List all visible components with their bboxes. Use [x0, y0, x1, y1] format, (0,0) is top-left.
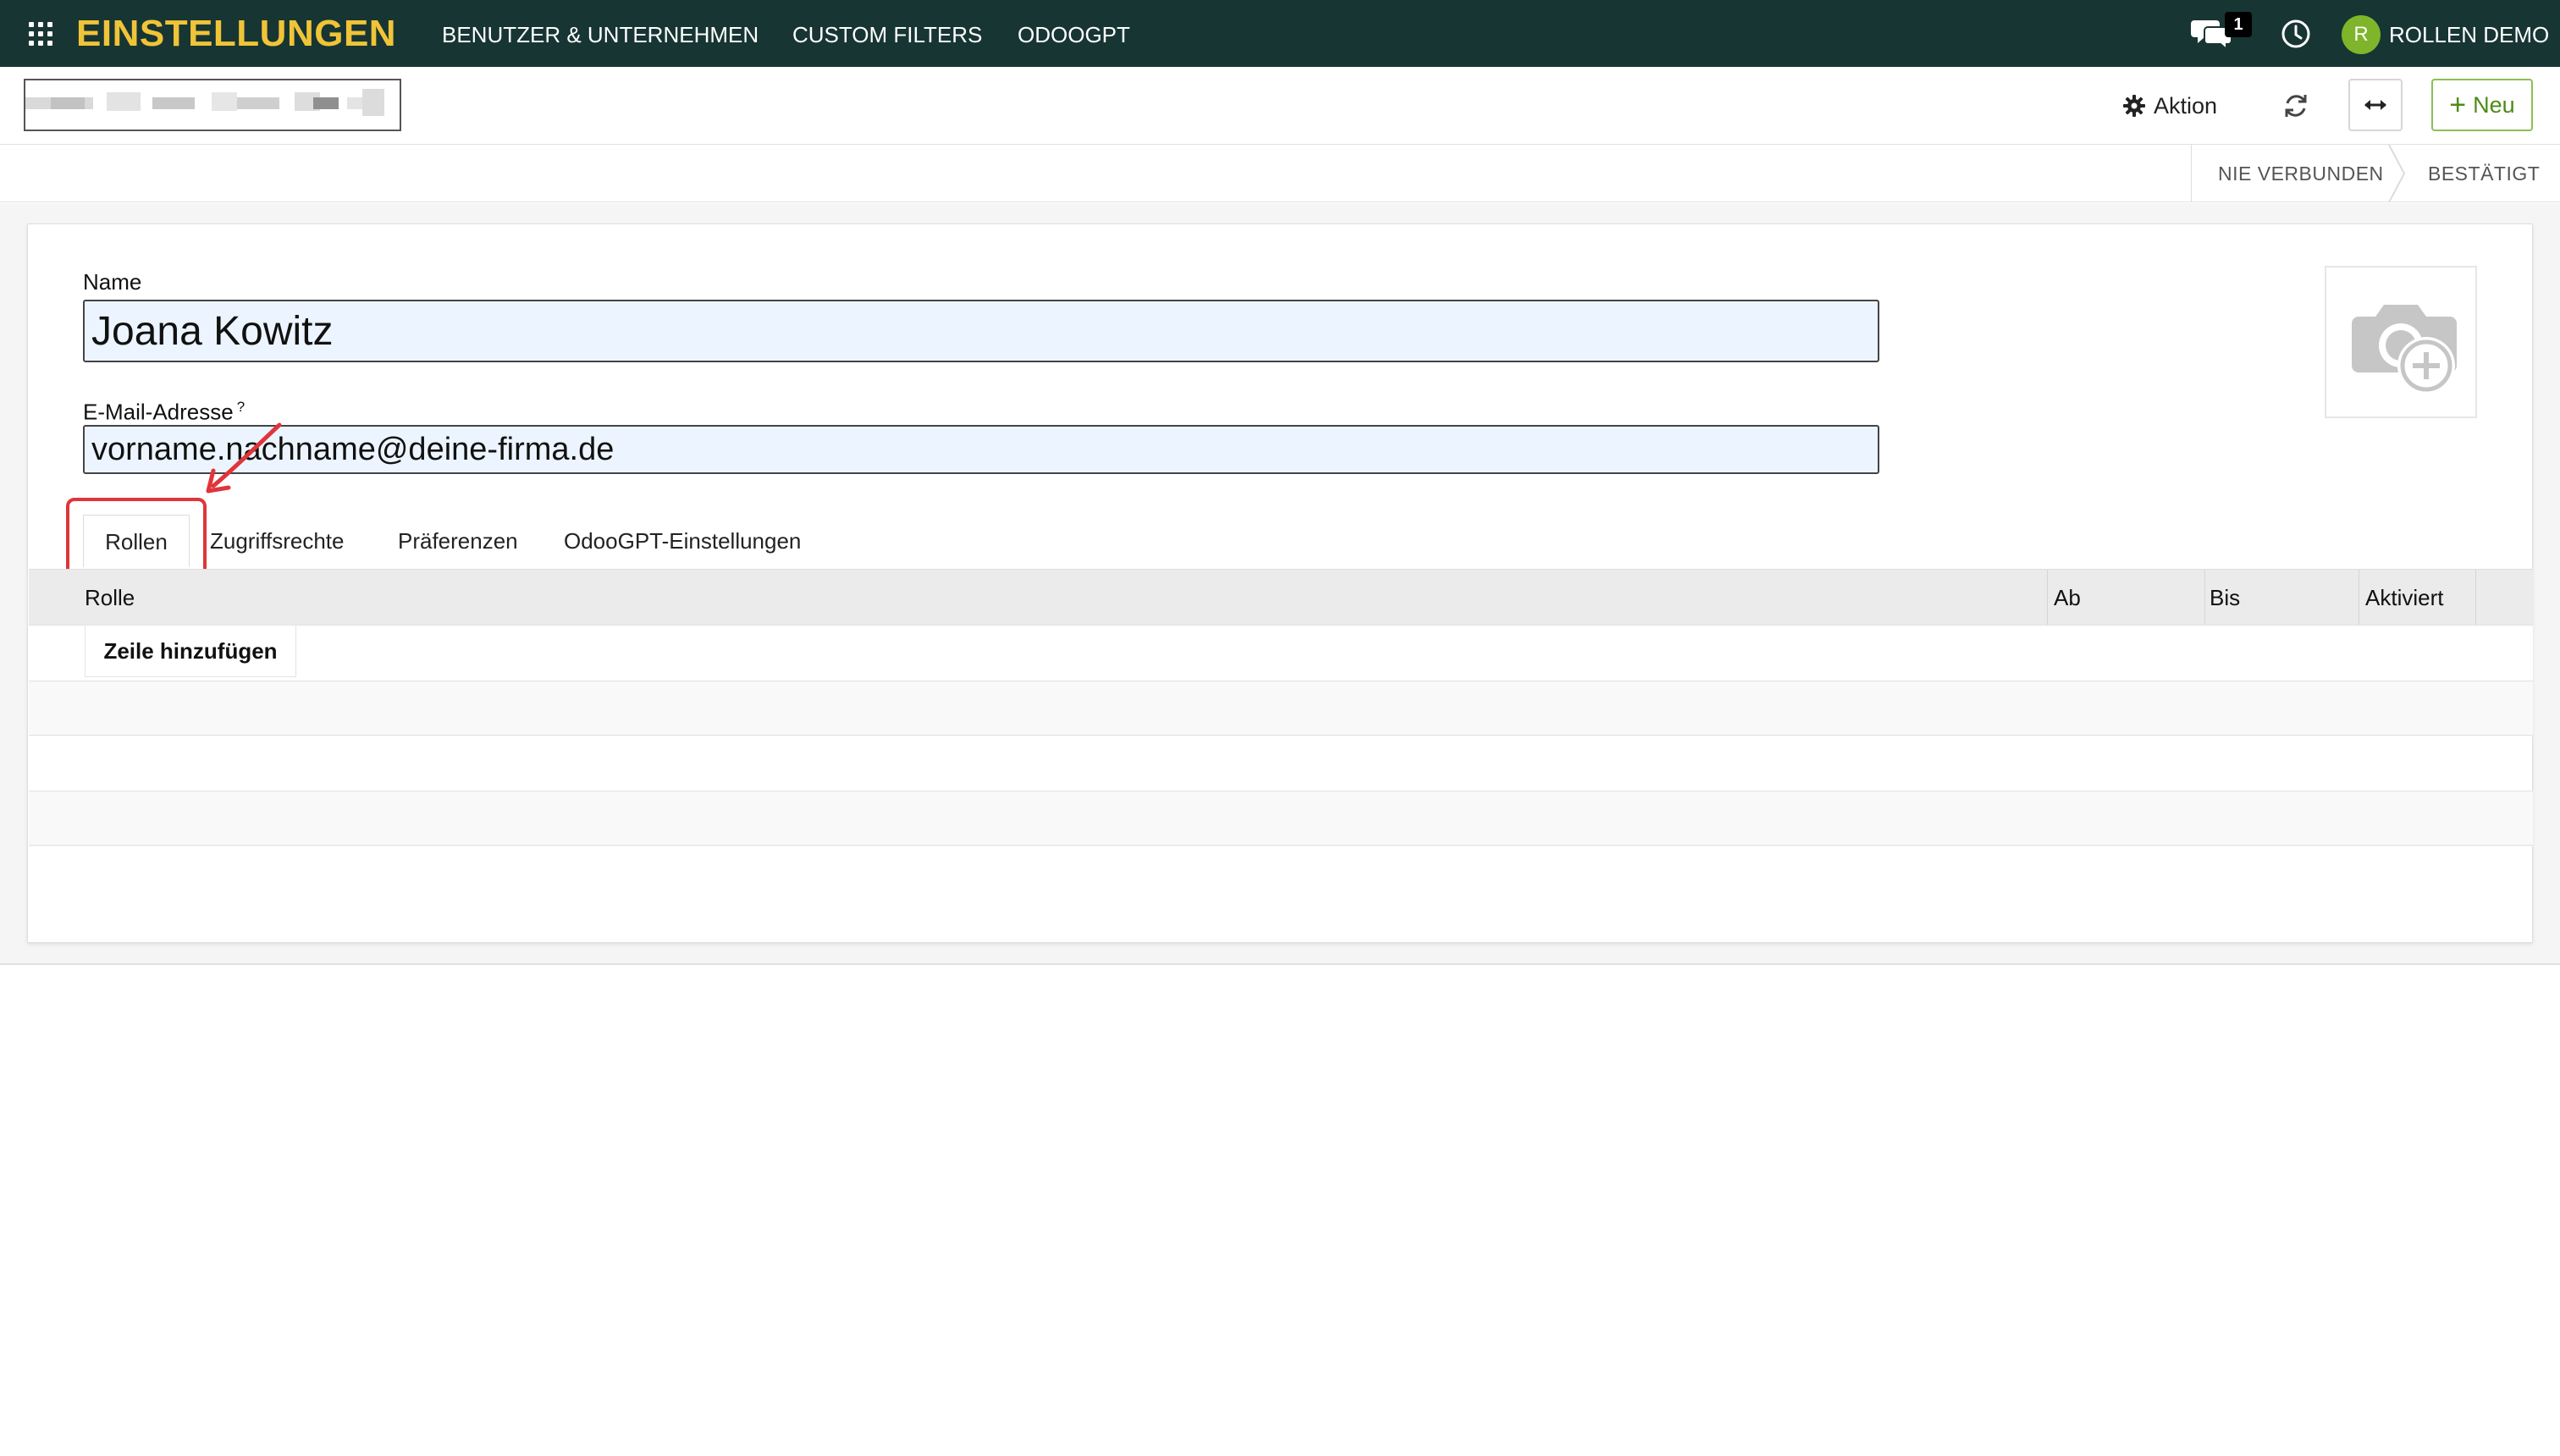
name-label: Name — [83, 269, 142, 295]
gear-icon — [2123, 95, 2145, 117]
app-title[interactable]: EINSTELLUNGEN — [76, 12, 396, 56]
column-divider — [2047, 570, 2048, 626]
table-row — [29, 735, 2533, 791]
column-divider — [2475, 570, 2476, 626]
new-label: Neu — [2473, 91, 2515, 118]
status-never-connected[interactable]: NIE VERBUNDEN — [2218, 145, 2384, 202]
column-bis[interactable]: Bis — [2210, 570, 2240, 626]
email-input[interactable] — [83, 425, 1879, 474]
expand-button[interactable] — [2348, 79, 2403, 131]
camera-add-icon — [2352, 305, 2457, 394]
table-row — [29, 791, 2533, 847]
clock-icon[interactable] — [2281, 19, 2311, 49]
action-menu-button[interactable]: Aktion — [2123, 89, 2217, 123]
table-header: Rolle Ab Bis Aktiviert — [29, 569, 2533, 626]
table-row — [29, 625, 2533, 681]
user-menu-name[interactable]: ROLLEN DEMO — [2389, 22, 2549, 47]
menu-custom-filters[interactable]: CUSTOM FILTERS — [792, 22, 982, 47]
name-input[interactable] — [83, 300, 1879, 362]
action-label: Aktion — [2154, 92, 2218, 119]
avatar-upload[interactable] — [2325, 266, 2477, 418]
menu-odoogpt[interactable]: ODOOGPT — [1018, 22, 1130, 47]
tab-praeferenzen[interactable]: Präferenzen — [398, 515, 518, 567]
tab-zugriffsrechte[interactable]: Zugriffsrechte — [210, 515, 344, 567]
column-divider — [2204, 570, 2205, 626]
new-record-button[interactable]: + Neu — [2431, 79, 2533, 131]
status-divider — [2191, 145, 2192, 202]
status-chevron — [2388, 145, 2406, 202]
column-aktiviert[interactable]: Aktiviert — [2365, 570, 2443, 626]
user-avatar[interactable]: R — [2342, 15, 2381, 54]
menu-users-companies[interactable]: BENUTZER & UNTERNEHMEN — [442, 22, 759, 47]
plus-icon: + — [2449, 89, 2467, 121]
status-bar: NIE VERBUNDEN BESTÄTIGT — [0, 145, 2560, 202]
control-panel: Aktion + Neu — [0, 67, 2560, 145]
add-line-button[interactable]: Zeile hinzufügen — [85, 625, 296, 677]
top-navbar: EINSTELLUNGEN BENUTZER & UNTERNEHMEN CUS… — [0, 0, 2560, 67]
email-label: E-Mail-Adresse? — [83, 394, 245, 425]
email-help-icon[interactable]: ? — [237, 399, 245, 415]
column-rolle[interactable]: Rolle — [85, 570, 135, 626]
email-label-text: E-Mail-Adresse — [83, 399, 234, 425]
table-row — [29, 845, 2533, 846]
reload-icon[interactable] — [2279, 89, 2313, 123]
table-row — [29, 681, 2533, 736]
breadcrumb-blurred — [24, 79, 401, 131]
chat-count-badge: 1 — [2225, 12, 2252, 37]
status-confirmed[interactable]: BESTÄTIGT — [2428, 145, 2540, 202]
apps-grid-icon[interactable] — [29, 22, 52, 46]
tab-odoogpt-einstellungen[interactable]: OdooGPT-Einstellungen — [564, 515, 801, 567]
expand-icon — [2364, 100, 2386, 110]
column-ab[interactable]: Ab — [2054, 570, 2081, 626]
